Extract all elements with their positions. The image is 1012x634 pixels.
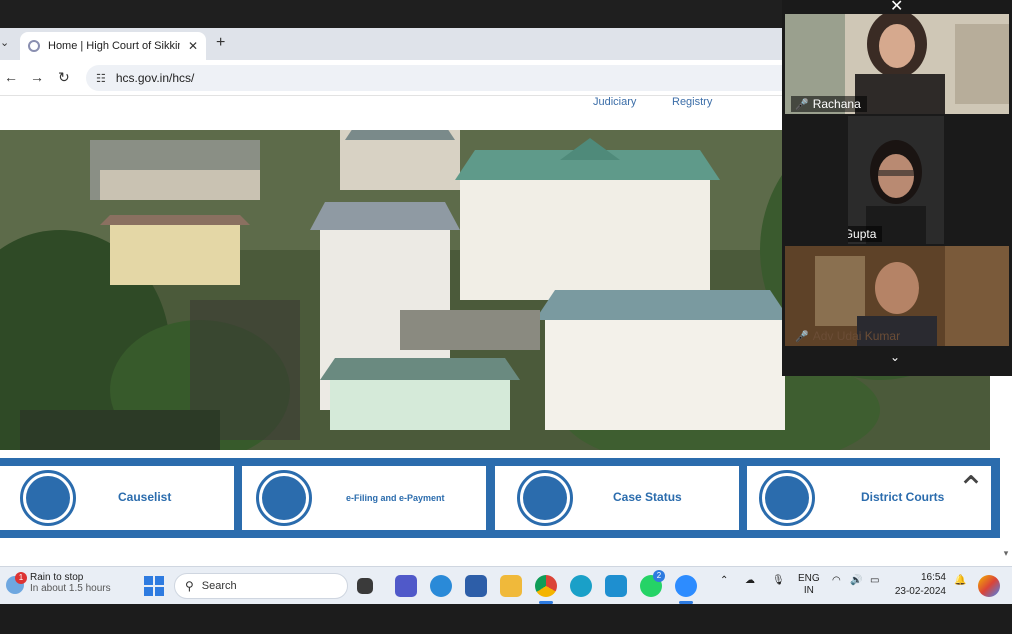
- district-courts-building-icon: [759, 470, 815, 526]
- nav-judiciary[interactable]: Judiciary: [593, 96, 636, 108]
- browser-toolbar: ← → ↻ ☷ hcs.gov.in/hcs/: [0, 60, 782, 96]
- back-button[interactable]: ←: [4, 69, 18, 85]
- weather-title: Rain to stop: [30, 572, 84, 583]
- start-button[interactable]: [144, 576, 164, 596]
- screen-bottom-strip: [0, 604, 1012, 634]
- whatsapp-badge: 2: [653, 570, 665, 582]
- store-icon[interactable]: [465, 575, 487, 597]
- tab-title: Home | High Court of Sikkim: [48, 40, 180, 52]
- task-view-icon[interactable]: [357, 578, 373, 594]
- browser-tab-active[interactable]: Home | High Court of Sikkim ✕: [20, 32, 206, 60]
- file-explorer-icon[interactable]: [500, 575, 522, 597]
- nav-registry[interactable]: Registry: [672, 96, 712, 108]
- url-text: hcs.gov.in/hcs/: [115, 71, 195, 85]
- volume-icon[interactable]: 🔊: [850, 575, 862, 586]
- teams-icon[interactable]: [395, 575, 417, 597]
- edge-icon[interactable]: [570, 575, 592, 597]
- causelist-icon: [20, 470, 76, 526]
- participant-nametag: 🎤 Adv Udai Kumar: [791, 328, 906, 344]
- onedrive-cloud-icon[interactable]: ☁: [745, 575, 755, 586]
- participant-nametag: 🎤 Rachana: [791, 96, 867, 112]
- site-info-icon[interactable]: ☷: [96, 72, 106, 85]
- scrollbar-down-arrow-icon[interactable]: ▾: [1000, 548, 1012, 562]
- collapse-chevron-icon[interactable]: ⌄: [890, 350, 900, 364]
- site-favicon-icon: [28, 40, 40, 52]
- muted-mic-icon: 🎤: [795, 330, 809, 343]
- causelist-label: Causelist: [118, 490, 172, 504]
- participant-name: Adv Udai Kumar: [812, 329, 901, 343]
- wifi-icon[interactable]: ◠: [832, 575, 841, 586]
- causelist-card[interactable]: Causelist: [0, 466, 234, 530]
- battery-icon[interactable]: ▭: [870, 575, 879, 586]
- participant-tile-rachana[interactable]: 🎤 Rachana: [785, 14, 1009, 114]
- new-tab-button[interactable]: +: [216, 34, 225, 52]
- tab-list-chevron-icon[interactable]: ⌄: [0, 36, 14, 52]
- address-bar[interactable]: ☷ hcs.gov.in/hcs/: [86, 65, 782, 91]
- browser-tab-strip: ⌄ Home | High Court of Sikkim ✕ +: [0, 28, 782, 60]
- case-status-label: Case Status: [613, 490, 682, 504]
- taskbar: 1 Rain to stop In about 1.5 hours ⚲ Sear…: [0, 566, 1012, 604]
- site-navigation: Judiciary Registry: [0, 96, 782, 118]
- reload-button[interactable]: ↻: [58, 69, 70, 86]
- weather-widget[interactable]: 1 Rain to stop In about 1.5 hours: [6, 572, 111, 594]
- efiling-label: e-Filing and e-Payment: [346, 493, 445, 503]
- district-courts-label: District Courts: [861, 490, 945, 504]
- case-status-card[interactable]: Case Status: [495, 466, 739, 530]
- scroll-to-top-button[interactable]: ⌃: [952, 470, 990, 508]
- forward-button[interactable]: →: [30, 69, 44, 85]
- chrome-icon[interactable]: [535, 575, 557, 597]
- zoom-icon[interactable]: [675, 575, 697, 597]
- region-code: IN: [803, 585, 814, 596]
- muted-mic-icon: 🎤: [795, 98, 809, 111]
- show-hidden-icons-chevron-icon[interactable]: ⌃: [720, 575, 728, 586]
- microphone-icon[interactable]: 🎙: [772, 575, 785, 586]
- language-indicator[interactable]: ENG IN: [798, 573, 820, 597]
- weather-badge: 1: [15, 572, 27, 584]
- search-placeholder: Search: [201, 580, 237, 592]
- clock-date: 23-02-2024: [894, 586, 946, 597]
- case-status-books-icon: [517, 470, 573, 526]
- help-app-icon[interactable]: [430, 575, 452, 597]
- system-clock[interactable]: 16:54 23-02-2024: [890, 571, 946, 599]
- myhp-icon[interactable]: [605, 575, 627, 597]
- language-code: ENG: [798, 573, 820, 584]
- participant-tile-adv-udai-kumar[interactable]: 🎤 Adv Udai Kumar: [785, 246, 1009, 346]
- weather-subtitle: In about 1.5 hours: [30, 583, 111, 594]
- quick-links-bar: Causelist e-Filing and e-Payment Case St…: [0, 458, 1000, 538]
- participant-tile-neha-gupta[interactable]: 🎤Neha Gupta: [848, 116, 944, 244]
- taskbar-search-box[interactable]: ⚲ Search: [174, 573, 348, 599]
- participant-nametag: 🎤Neha Gupta: [848, 226, 883, 242]
- efiling-card[interactable]: e-Filing and e-Payment: [242, 466, 486, 530]
- video-call-panel: ✕ 🎤Rachana 🎤Neha Gupta 🎤Adv Udai Kumar ⌄: [782, 0, 1012, 376]
- efiling-envelope-icon: [256, 470, 312, 526]
- clock-time: 16:54: [920, 572, 946, 583]
- copilot-icon[interactable]: [978, 575, 1000, 597]
- weather-cloud-icon: 1: [6, 572, 27, 594]
- participant-name: Neha Gupta: [848, 227, 877, 241]
- notifications-bell-icon[interactable]: 🔔: [954, 575, 966, 586]
- tab-close-icon[interactable]: ✕: [188, 39, 198, 53]
- participant-name: Rachana: [812, 97, 861, 111]
- whatsapp-icon[interactable]: 2: [640, 570, 665, 597]
- search-icon: ⚲: [185, 579, 194, 593]
